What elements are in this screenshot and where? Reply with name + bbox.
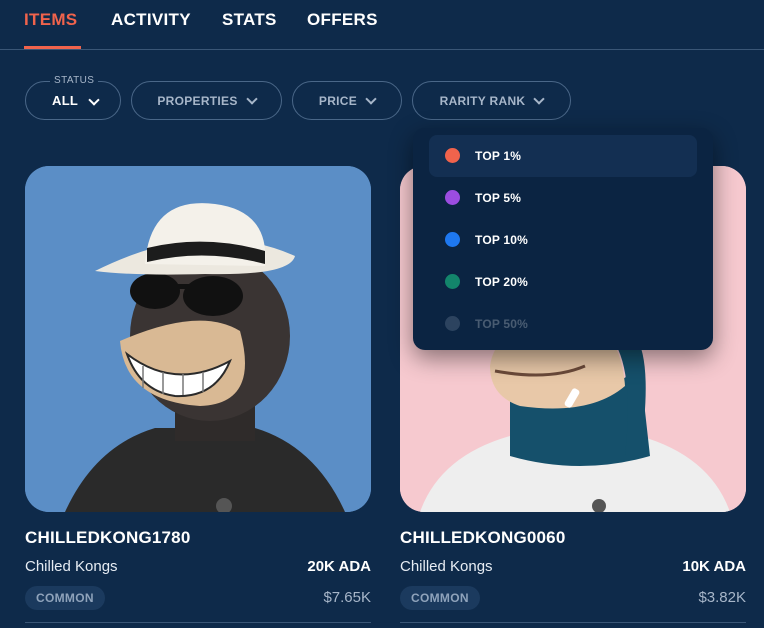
chevron-down-icon [88,94,100,106]
chevron-down-icon [533,92,546,105]
divider [400,622,746,623]
status-filter[interactable]: STATUS ALL [25,75,121,120]
rarity-rank-filter-label: RARITY RANK [439,93,526,108]
rarity-option-top-20[interactable]: TOP 20% [429,261,697,303]
status-filter-value: ALL [52,93,79,108]
nft-image[interactable] [25,166,371,512]
chevron-down-icon [246,92,258,105]
red-dot-icon [445,148,460,163]
usd-price: $7.65K [323,589,371,606]
nft-card[interactable]: CHILLEDKONG1780 Chilled Kongs 20K ADA CO… [25,166,371,628]
rarity-option-top-10[interactable]: TOP 10% [429,219,697,261]
rarity-option-label: TOP 10% [475,233,528,247]
price-filter-label: PRICE [318,93,358,108]
nft-price: 10K ADA [682,558,746,575]
rarity-rank-dropdown: TOP 1% TOP 5% TOP 10% TOP 20% TOP 50% [413,128,713,350]
active-tab-indicator [24,46,81,49]
tab-activity[interactable]: ACTIVITY [111,10,191,30]
rarity-option-label: TOP 50% [475,317,528,331]
tab-offers[interactable]: OFFERS [307,10,378,30]
properties-filter[interactable]: PROPERTIES [131,81,282,120]
nft-name[interactable]: CHILLEDKONG0060 [400,528,565,548]
rarity-option-label: TOP 1% [475,149,522,163]
properties-filter-label: PROPERTIES [157,93,238,108]
nft-price: 20K ADA [307,558,371,575]
price-filter[interactable]: PRICE [292,81,402,120]
collection-name[interactable]: Chilled Kongs [25,558,118,575]
usd-price: $3.82K [698,589,746,606]
collection-name[interactable]: Chilled Kongs [400,558,493,575]
green-dot-icon [445,274,460,289]
gray-dot-icon [445,316,460,331]
divider [25,622,371,623]
tab-items[interactable]: ITEMS [24,10,77,30]
tab-stats[interactable]: STATS [222,10,277,30]
rarity-option-label: TOP 5% [475,191,522,205]
rarity-option-top-50[interactable]: TOP 50% [429,303,697,345]
rarity-badge: COMMON [400,586,480,610]
nft-name[interactable]: CHILLEDKONG1780 [25,528,190,548]
rarity-option-label: TOP 20% [475,275,528,289]
rarity-option-top-5[interactable]: TOP 5% [429,177,697,219]
purple-dot-icon [445,190,460,205]
page: ITEMS ACTIVITY STATS OFFERS STATUS ALL P… [0,0,764,628]
status-filter-label: STATUS [50,75,99,86]
blue-dot-icon [445,232,460,247]
chevron-down-icon [365,92,377,105]
tab-bar: ITEMS ACTIVITY STATS OFFERS [0,0,764,50]
rarity-badge: COMMON [25,586,105,610]
rarity-option-top-1[interactable]: TOP 1% [429,135,697,177]
rarity-rank-filter[interactable]: RARITY RANK [412,81,571,120]
